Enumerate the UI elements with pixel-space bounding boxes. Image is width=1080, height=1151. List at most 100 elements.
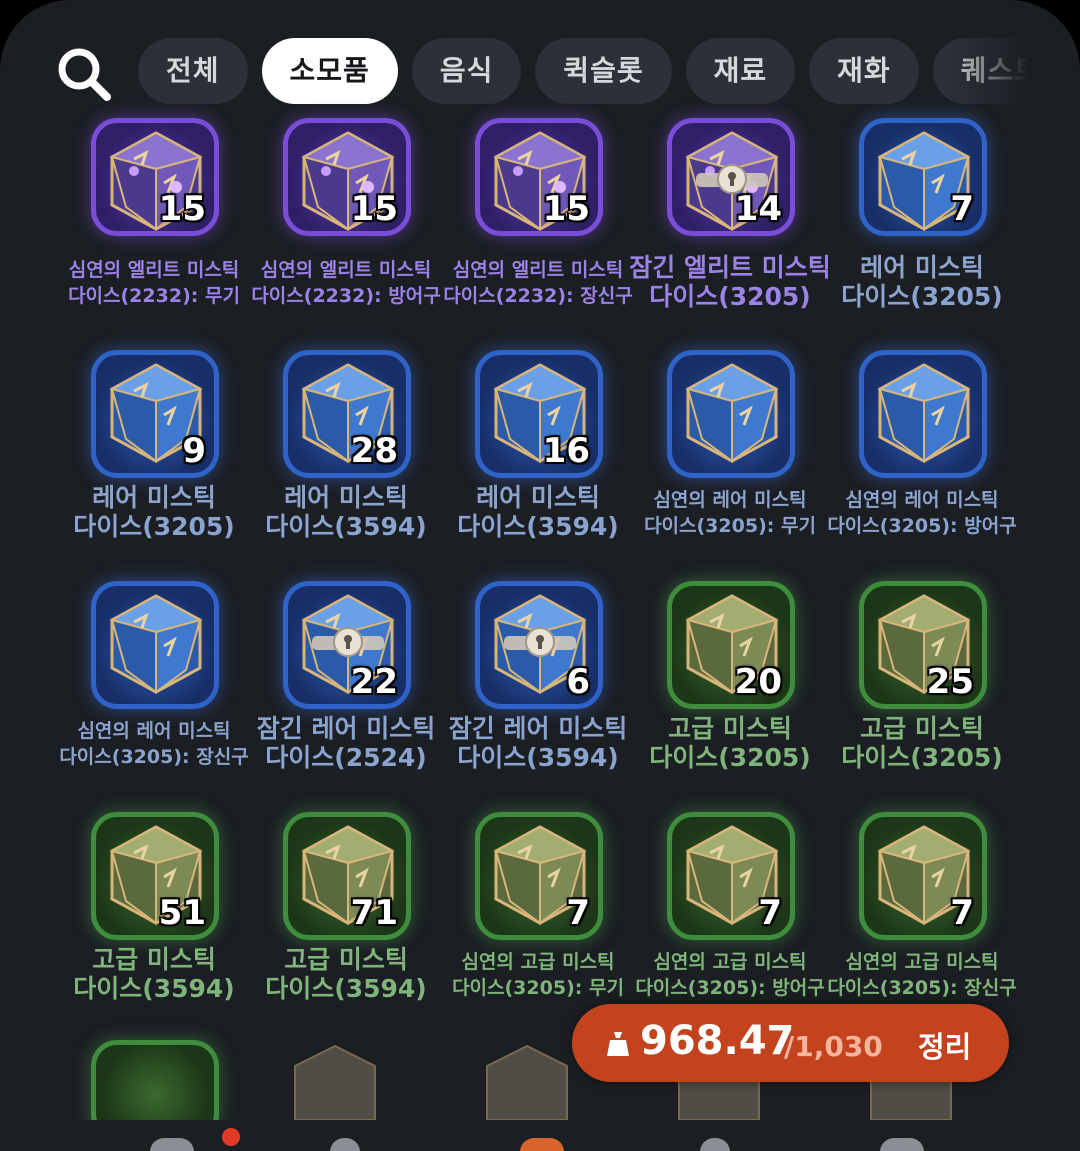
item-name-line1: 고급 미스틱 [92, 945, 216, 974]
partial-item-slot[interactable] [283, 1040, 413, 1130]
item-name-line1: 고급 미스틱 [668, 714, 792, 743]
partial-item-slot[interactable] [91, 1040, 221, 1140]
item-name-line2: 다이스(2232): 장신구 [443, 284, 633, 307]
filter-tab[interactable]: 재화 [809, 38, 919, 104]
item-name-line2: 다이스(2232): 방어구 [251, 284, 441, 307]
item-slot[interactable]: 16 레어 미스틱 다이스(3594) [442, 350, 634, 570]
item-count: 7 [566, 893, 590, 933]
nav-icon[interactable] [880, 1138, 924, 1151]
item-tile: 6 [475, 581, 603, 709]
item-slot[interactable]: 20 고급 미스틱 다이스(3205) [634, 581, 826, 801]
item-name-line2: 다이스(3594) [265, 973, 427, 1003]
item-slot[interactable]: 7 심연의 고급 미스틱 다이스(3205): 방어구 [634, 812, 826, 1032]
item-name: 심연의 레어 미스틱 다이스(3205): 무기 [628, 488, 832, 539]
notification-dot [222, 1128, 240, 1146]
weight-bag-icon [607, 1032, 629, 1056]
item-slot[interactable]: 6 잠긴 레어 미스틱 다이스(3594) [442, 581, 634, 801]
item-count: 7 [950, 893, 974, 933]
search-icon[interactable] [52, 42, 116, 106]
item-name-line1: 심연의 엘리트 미스틱 [452, 259, 624, 281]
item-name-line1: 심연의 엘리트 미스틱 [260, 259, 432, 281]
item-name-line1: 레어 미스틱 [476, 483, 600, 512]
filter-tab[interactable]: 퀘스트 [932, 38, 1028, 104]
filter-tab[interactable]: 퀵슬롯 [535, 38, 672, 104]
item-name: 심연의 엘리트 미스틱다이스(2232): 장신구 [436, 258, 640, 309]
item-name: 잠긴 엘리트 미스틱 다이스(3205) [628, 253, 832, 312]
item-name: 심연의 고급 미스틱 다이스(3205): 방어구 [628, 950, 832, 1001]
item-name: 레어 미스틱 다이스(3594) [436, 483, 640, 542]
item-name-line1: 심연의 레어 미스틱 [845, 489, 999, 511]
item-slot[interactable]: 심연의 레어 미스틱다이스(3205): 방어구 [826, 350, 1018, 570]
item-name-line2: 다이스(3594) [73, 973, 235, 1003]
item-slot[interactable]: 15 심연의 엘리트 미스틱 다이스(2232): 무기 [58, 118, 250, 340]
item-count: 7 [950, 189, 974, 229]
item-name-line1: 심연의 레어 미스틱 [77, 720, 231, 742]
item-slot[interactable]: 심연의 레어 미스틱다이스(3205): 장신구 [58, 581, 250, 801]
item-slot[interactable]: 25 고급 미스틱 다이스(3205) [826, 581, 1018, 801]
item-name: 심연의 레어 미스틱다이스(3205): 방어구 [820, 488, 1024, 539]
nav-icon[interactable] [330, 1138, 360, 1151]
item-name-line2: 다이스(3205): 무기 [452, 976, 624, 999]
item-name-line2: 다이스(3205): 장신구 [827, 976, 1017, 999]
item-slot[interactable]: 9 레어 미스틱 다이스(3205) [58, 350, 250, 570]
item-slot[interactable]: 15 심연의 엘리트 미스틱다이스(2232): 장신구 [442, 118, 634, 340]
item-name: 고급 미스틱 다이스(3205) [820, 714, 1024, 773]
filter-tab[interactable]: 재료 [685, 38, 796, 104]
item-name-line1: 잠긴 레어 미스틱 [256, 714, 436, 743]
item-slot[interactable]: 28 레어 미스틱 다이스(3594) [250, 350, 442, 570]
item-name: 고급 미스틱 다이스(3205) [628, 714, 832, 773]
item-tile: 7 [475, 812, 603, 940]
item-count: 20 [734, 662, 782, 702]
item-name-line2: 다이스(3205) [841, 742, 1003, 772]
item-tile: 16 [475, 350, 603, 478]
item-slot[interactable]: 14 잠긴 엘리트 미스틱 다이스(3205) [629, 118, 831, 340]
item-tile [859, 350, 987, 478]
item-tile: 7 [667, 812, 795, 940]
item-slot[interactable]: 22 잠긴 레어 미스틱 다이스(2524) [250, 581, 442, 801]
nav-icon[interactable] [700, 1138, 730, 1151]
item-name: 심연의 고급 미스틱 다이스(3205): 무기 [436, 950, 640, 1001]
item-slot[interactable]: 7 심연의 고급 미스틱 다이스(3205): 무기 [442, 812, 634, 1032]
item-tile [91, 581, 219, 709]
item-name: 레어 미스틱 다이스(3205) [820, 253, 1024, 312]
item-name-line2: 다이스(2232): 무기 [68, 284, 240, 307]
nav-inventory-icon[interactable] [150, 1138, 194, 1151]
item-name-line1: 심연의 고급 미스틱 [845, 951, 999, 973]
item-name: 심연의 레어 미스틱다이스(3205): 장신구 [52, 719, 256, 770]
filter-tab[interactable]: 소모품 [261, 38, 398, 104]
item-slot[interactable]: 15 심연의 엘리트 미스틱다이스(2232): 방어구 [250, 118, 442, 340]
item-count: 9 [182, 431, 206, 471]
sort-button[interactable]: 정리 [918, 1024, 971, 1066]
item-name-line1: 심연의 엘리트 미스틱 [68, 259, 240, 281]
item-slot[interactable]: 51 고급 미스틱 다이스(3594) [58, 812, 250, 1032]
dice-icon [294, 1044, 376, 1121]
item-name-line2: 다이스(3205): 방어구 [827, 514, 1017, 537]
item-name-line2: 다이스(2524) [265, 742, 427, 772]
filter-tab[interactable]: 음식 [411, 38, 522, 104]
item-tile: 20 [667, 581, 795, 709]
item-tile: 14 [667, 118, 795, 236]
item-slot[interactable]: 심연의 레어 미스틱 다이스(3205): 무기 [634, 350, 826, 570]
item-count: 22 [350, 662, 398, 702]
item-count: 28 [350, 431, 398, 471]
item-slot[interactable]: 7 레어 미스틱 다이스(3205) [826, 118, 1018, 340]
item-name: 심연의 엘리트 미스틱다이스(2232): 방어구 [244, 258, 448, 309]
item-tile: 15 [475, 118, 603, 236]
nav-crown-icon[interactable] [520, 1138, 564, 1151]
item-count: 15 [350, 189, 398, 229]
item-slot[interactable]: 71 고급 미스틱 다이스(3594) [250, 812, 442, 1032]
dice-icon [109, 594, 203, 694]
item-name-line2: 다이스(3205): 장신구 [59, 745, 249, 768]
inventory-panel: 전체소모품음식퀵슬롯재료재화퀘스트 15 심연의 엘리트 미스틱다이스(2232)… [0, 0, 1080, 1151]
item-tile: 7 [859, 118, 987, 236]
item-tile: 28 [283, 350, 411, 478]
item-name: 심연의 엘리트 미스틱다이스(2232): 무기 [52, 258, 256, 309]
item-name: 잠긴 레어 미스틱 다이스(3594) [436, 714, 640, 773]
item-name-line2: 다이스(3594) [265, 511, 427, 541]
dice-icon [486, 1044, 568, 1121]
filter-tab[interactable]: 전체 [138, 38, 248, 104]
item-slot[interactable]: 7 심연의 고급 미스틱다이스(3205): 장신구 [826, 812, 1018, 1032]
weight-bar: 968.47 /1,030 정리 [572, 1004, 1009, 1082]
item-name: 고급 미스틱 다이스(3594) [52, 945, 256, 1004]
bottom-nav [0, 1120, 1080, 1151]
